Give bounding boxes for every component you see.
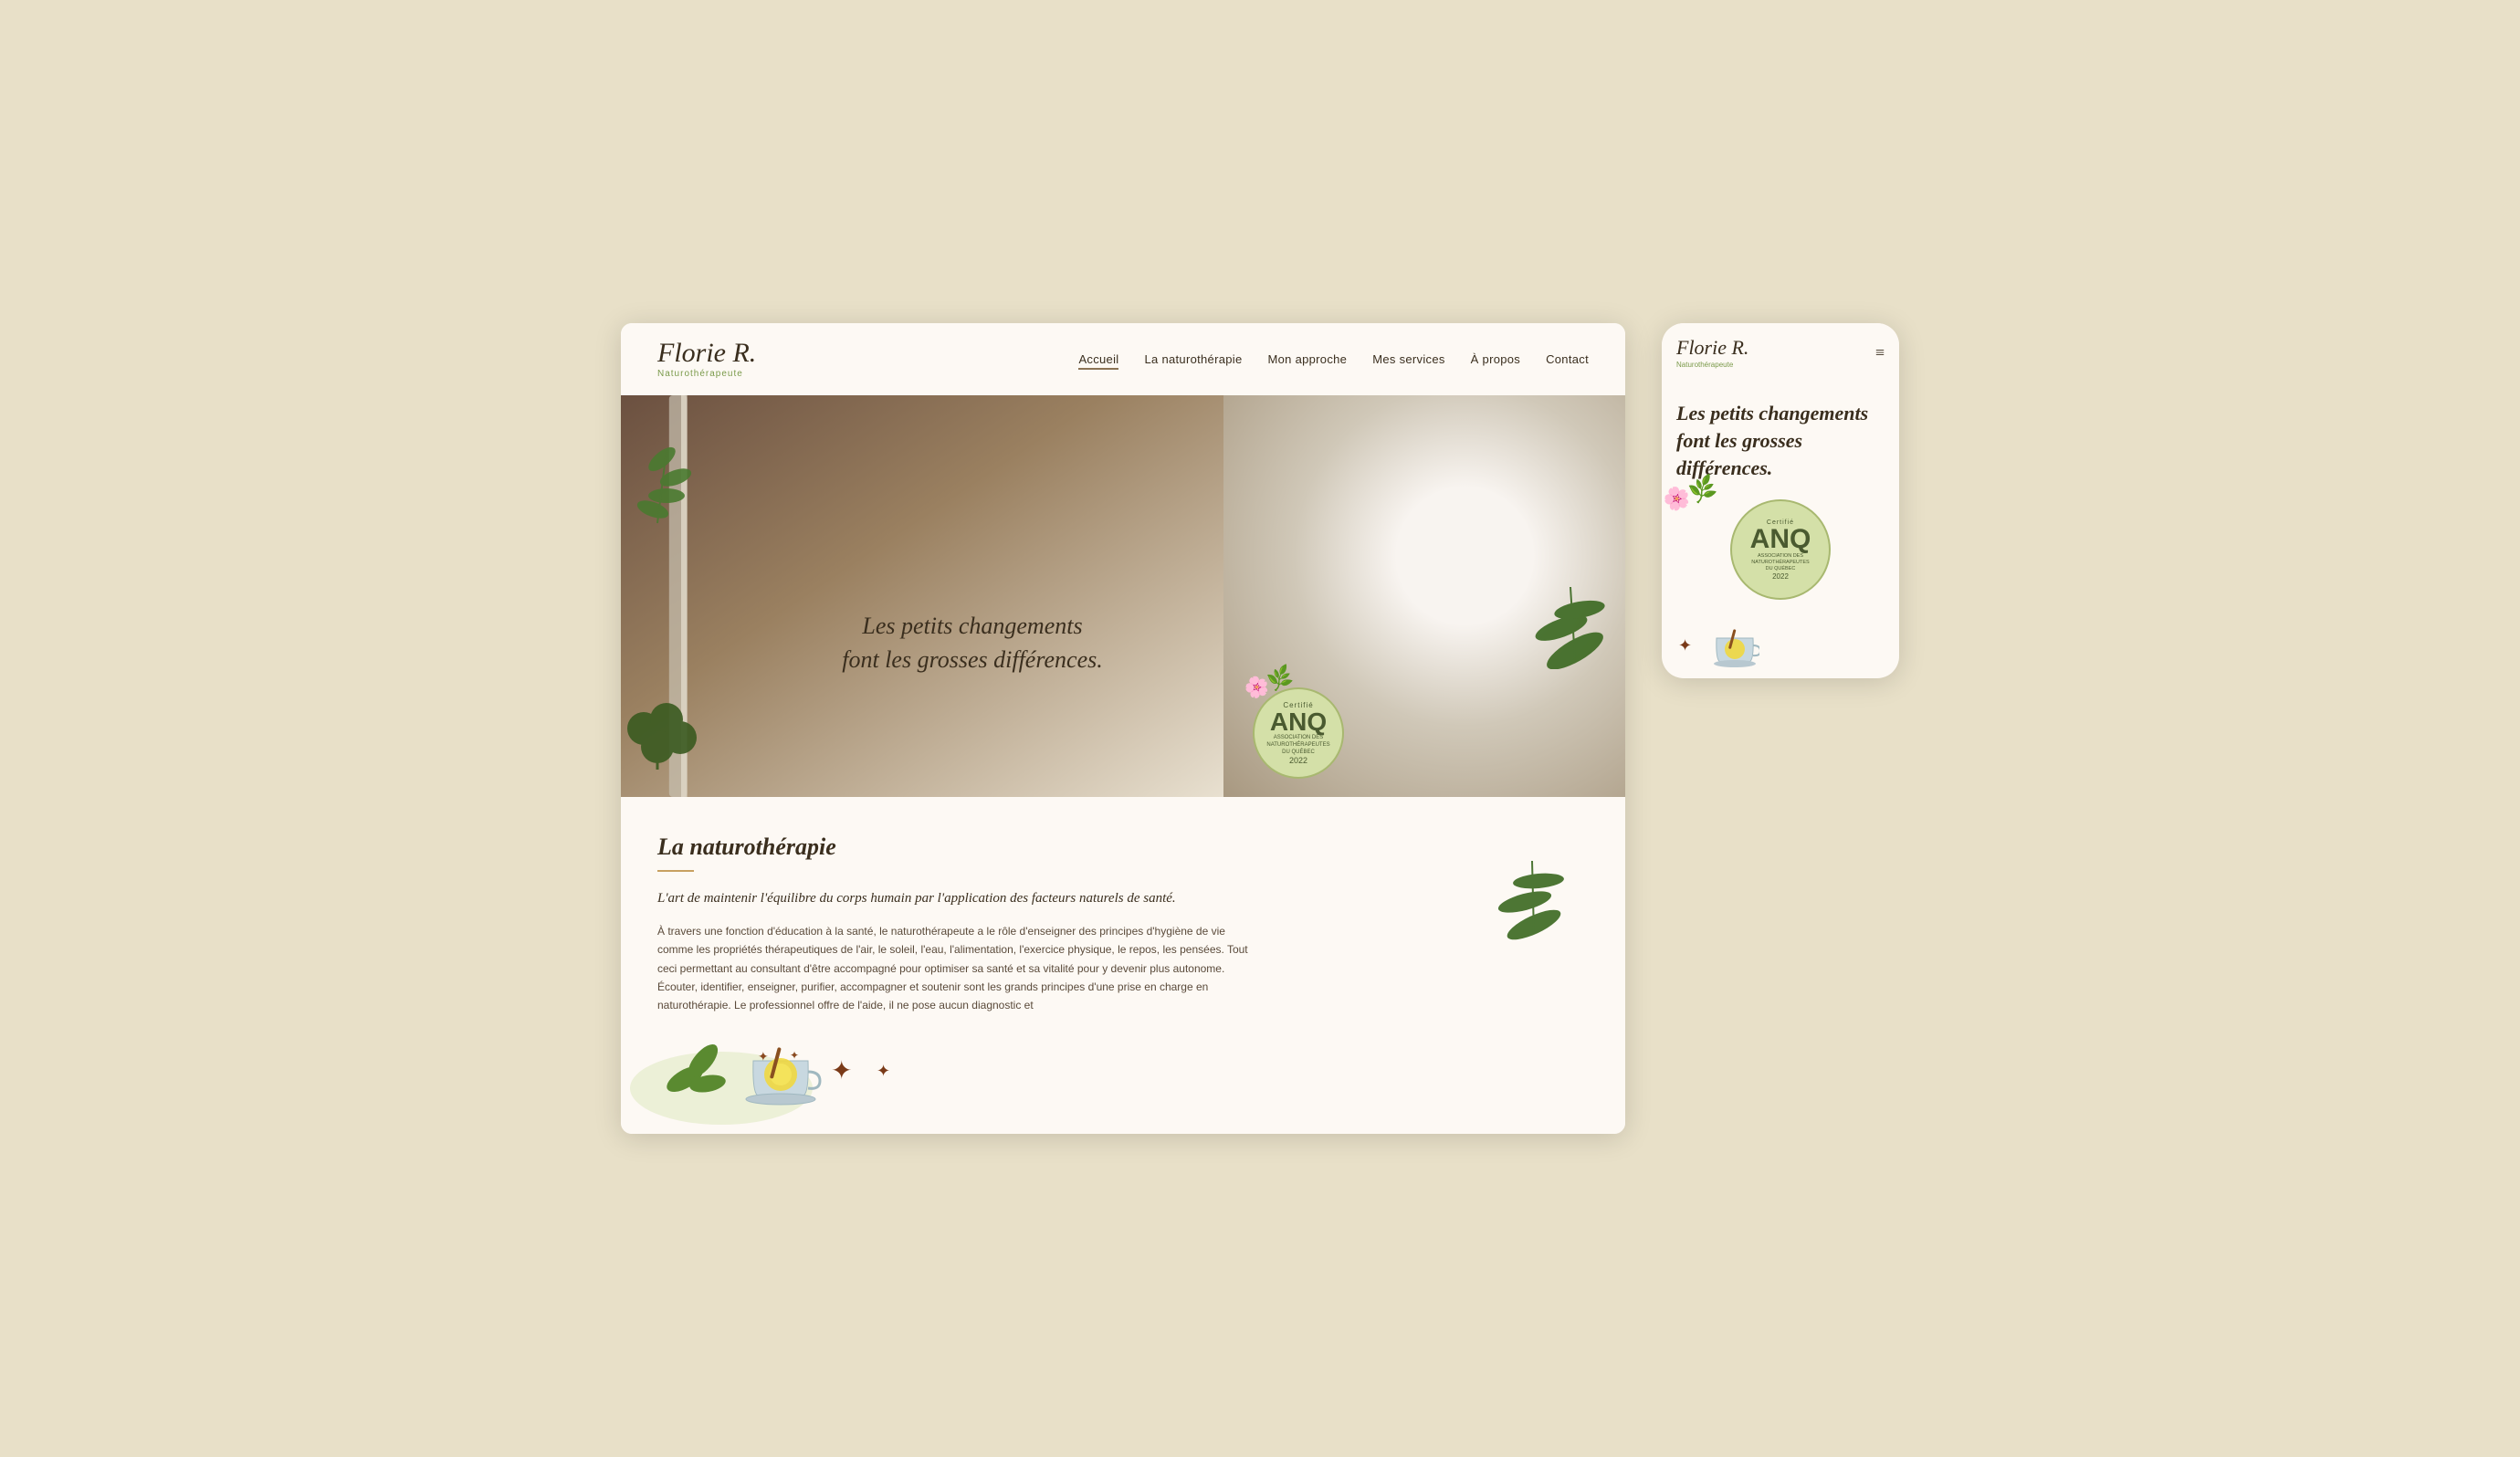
nav-link-naturotherapie[interactable]: La naturothérapie bbox=[1144, 352, 1242, 366]
svg-text:✦: ✦ bbox=[831, 1057, 852, 1085]
badge-association-text: ASSOCIATION DES NATUROTHÉRAPEUTES DU QUÉ… bbox=[1266, 735, 1329, 756]
badge-year-text: 2022 bbox=[1289, 756, 1307, 765]
leaf-top-left-icon bbox=[621, 432, 703, 541]
mobile-badge-year: 2022 bbox=[1772, 572, 1789, 581]
nav-item-accueil[interactable]: Accueil bbox=[1078, 351, 1118, 368]
mint-leaves-icon bbox=[657, 1033, 730, 1106]
hamburger-menu-icon[interactable]: ≡ bbox=[1875, 343, 1885, 362]
nav-link-approche[interactable]: Mon approche bbox=[1267, 352, 1347, 366]
clover-bottom-left-icon bbox=[621, 697, 703, 770]
mobile-nav: Florie R. Naturothérapeute ≡ bbox=[1662, 323, 1899, 382]
nav-item-services[interactable]: Mes services bbox=[1372, 351, 1444, 368]
section-body: À travers une fonction d'éducation à la … bbox=[657, 922, 1263, 1015]
mobile-anq-badge: Certifié ANQ ASSOCIATION DES NATUROTHÉRA… bbox=[1730, 499, 1831, 600]
logo-text: Florie R. bbox=[657, 340, 756, 367]
mobile-badge-flowers-icon: 🌸🌿 bbox=[1662, 473, 1720, 517]
content-area: La naturothérapie L'art de maintenir l'é… bbox=[657, 833, 1589, 1014]
hero-left-image bbox=[621, 395, 1223, 797]
anise-star-icon: ✦ bbox=[831, 1052, 867, 1088]
mobile-title-line2: font les grosses bbox=[1676, 429, 1802, 452]
mobile-logo-text: Florie R. bbox=[1676, 336, 1748, 360]
section-title: La naturothérapie bbox=[657, 833, 1589, 861]
nav-link-accueil[interactable]: Accueil bbox=[1078, 352, 1118, 370]
anq-badge: 🌸🌿 Certifié ANQ ASSOCIATION DES NATUROTH… bbox=[1253, 687, 1344, 779]
mobile-mockup: Florie R. Naturothérapeute ≡ Les petits … bbox=[1662, 323, 1899, 678]
hero-title-line1: Les petits changements bbox=[862, 613, 1082, 639]
mobile-tea-cup-icon bbox=[1709, 622, 1759, 667]
logo-subtitle: Naturothérapeute bbox=[657, 369, 743, 379]
desktop-nav: Florie R. Naturothérapeute Accueil La na… bbox=[621, 323, 1625, 395]
mobile-badge-anq: ANQ bbox=[1750, 526, 1811, 553]
mobile-hero-title: Les petits changements font les grosses … bbox=[1676, 400, 1885, 481]
section-leaf-right-icon bbox=[1497, 852, 1570, 943]
nav-item-contact[interactable]: Contact bbox=[1546, 351, 1589, 368]
leaf-right-mid-icon bbox=[1534, 578, 1616, 669]
nav-item-naturotherapie[interactable]: La naturothérapie bbox=[1144, 351, 1242, 368]
hero-bg bbox=[621, 395, 1625, 797]
hero-section: Les petits changements font les grosses … bbox=[621, 395, 1625, 797]
logo-area: Florie R. Naturothérapeute bbox=[657, 340, 756, 379]
nav-item-apropos[interactable]: À propos bbox=[1471, 351, 1520, 368]
svg-text:✦: ✦ bbox=[1678, 636, 1692, 655]
nav-link-apropos[interactable]: À propos bbox=[1471, 352, 1520, 366]
nav-link-services[interactable]: Mes services bbox=[1372, 352, 1444, 366]
mobile-badge-area: 🌸🌿 Certifié ANQ ASSOCIATION DES NATUROTH… bbox=[1676, 499, 1885, 600]
badge-anq-text: ANQ bbox=[1270, 709, 1327, 735]
content-text: La naturothérapie L'art de maintenir l'é… bbox=[657, 833, 1589, 1014]
hero-left-svg bbox=[621, 395, 1223, 797]
hero-title: Les petits changements font les grosses … bbox=[842, 610, 1102, 676]
nav-link-contact[interactable]: Contact bbox=[1546, 352, 1589, 366]
hero-content: Les petits changements font les grosses … bbox=[842, 610, 1102, 676]
content-section: La naturothérapie L'art de maintenir l'é… bbox=[621, 797, 1625, 1133]
mobile-title-line3: différences. bbox=[1676, 456, 1772, 479]
nav-links: Accueil La naturothérapie Mon approche M… bbox=[1078, 351, 1589, 368]
mobile-logo-subtitle: Naturothérapeute bbox=[1676, 361, 1748, 369]
anise-star-small-icon: ✦ bbox=[877, 1056, 904, 1084]
page-wrapper: Florie R. Naturothérapeute Accueil La na… bbox=[621, 323, 1899, 1133]
anq-badge-circle: Certifié ANQ ASSOCIATION DES NATUROTHÉRA… bbox=[1253, 687, 1344, 779]
mobile-badge-assoc: ASSOCIATION DES NATUROTHÉRAPEUTES DU QUÉ… bbox=[1751, 553, 1809, 572]
mobile-hero: Les petits changements font les grosses … bbox=[1662, 382, 1899, 614]
hero-title-line2: font les grosses différences. bbox=[842, 646, 1102, 673]
mobile-anise-star-icon: ✦ bbox=[1676, 631, 1704, 658]
section-subtitle: L'art de maintenir l'équilibre du corps … bbox=[657, 888, 1589, 909]
nav-item-approche[interactable]: Mon approche bbox=[1267, 351, 1347, 368]
tea-decoration-row: ✦ ✦ ✦ ✦ bbox=[657, 1033, 1589, 1106]
mobile-title-line1: Les petits changements bbox=[1676, 402, 1868, 425]
svg-text:✦: ✦ bbox=[758, 1051, 769, 1064]
svg-text:✦: ✦ bbox=[877, 1062, 890, 1080]
svg-text:✦: ✦ bbox=[790, 1049, 799, 1062]
section-underline bbox=[657, 870, 694, 872]
tea-cup-icon: ✦ ✦ bbox=[740, 1033, 822, 1106]
mobile-tea-row: ✦ bbox=[1662, 614, 1899, 678]
mobile-logo-area: Florie R. Naturothérapeute bbox=[1676, 336, 1748, 369]
desktop-mockup: Florie R. Naturothérapeute Accueil La na… bbox=[621, 323, 1625, 1133]
